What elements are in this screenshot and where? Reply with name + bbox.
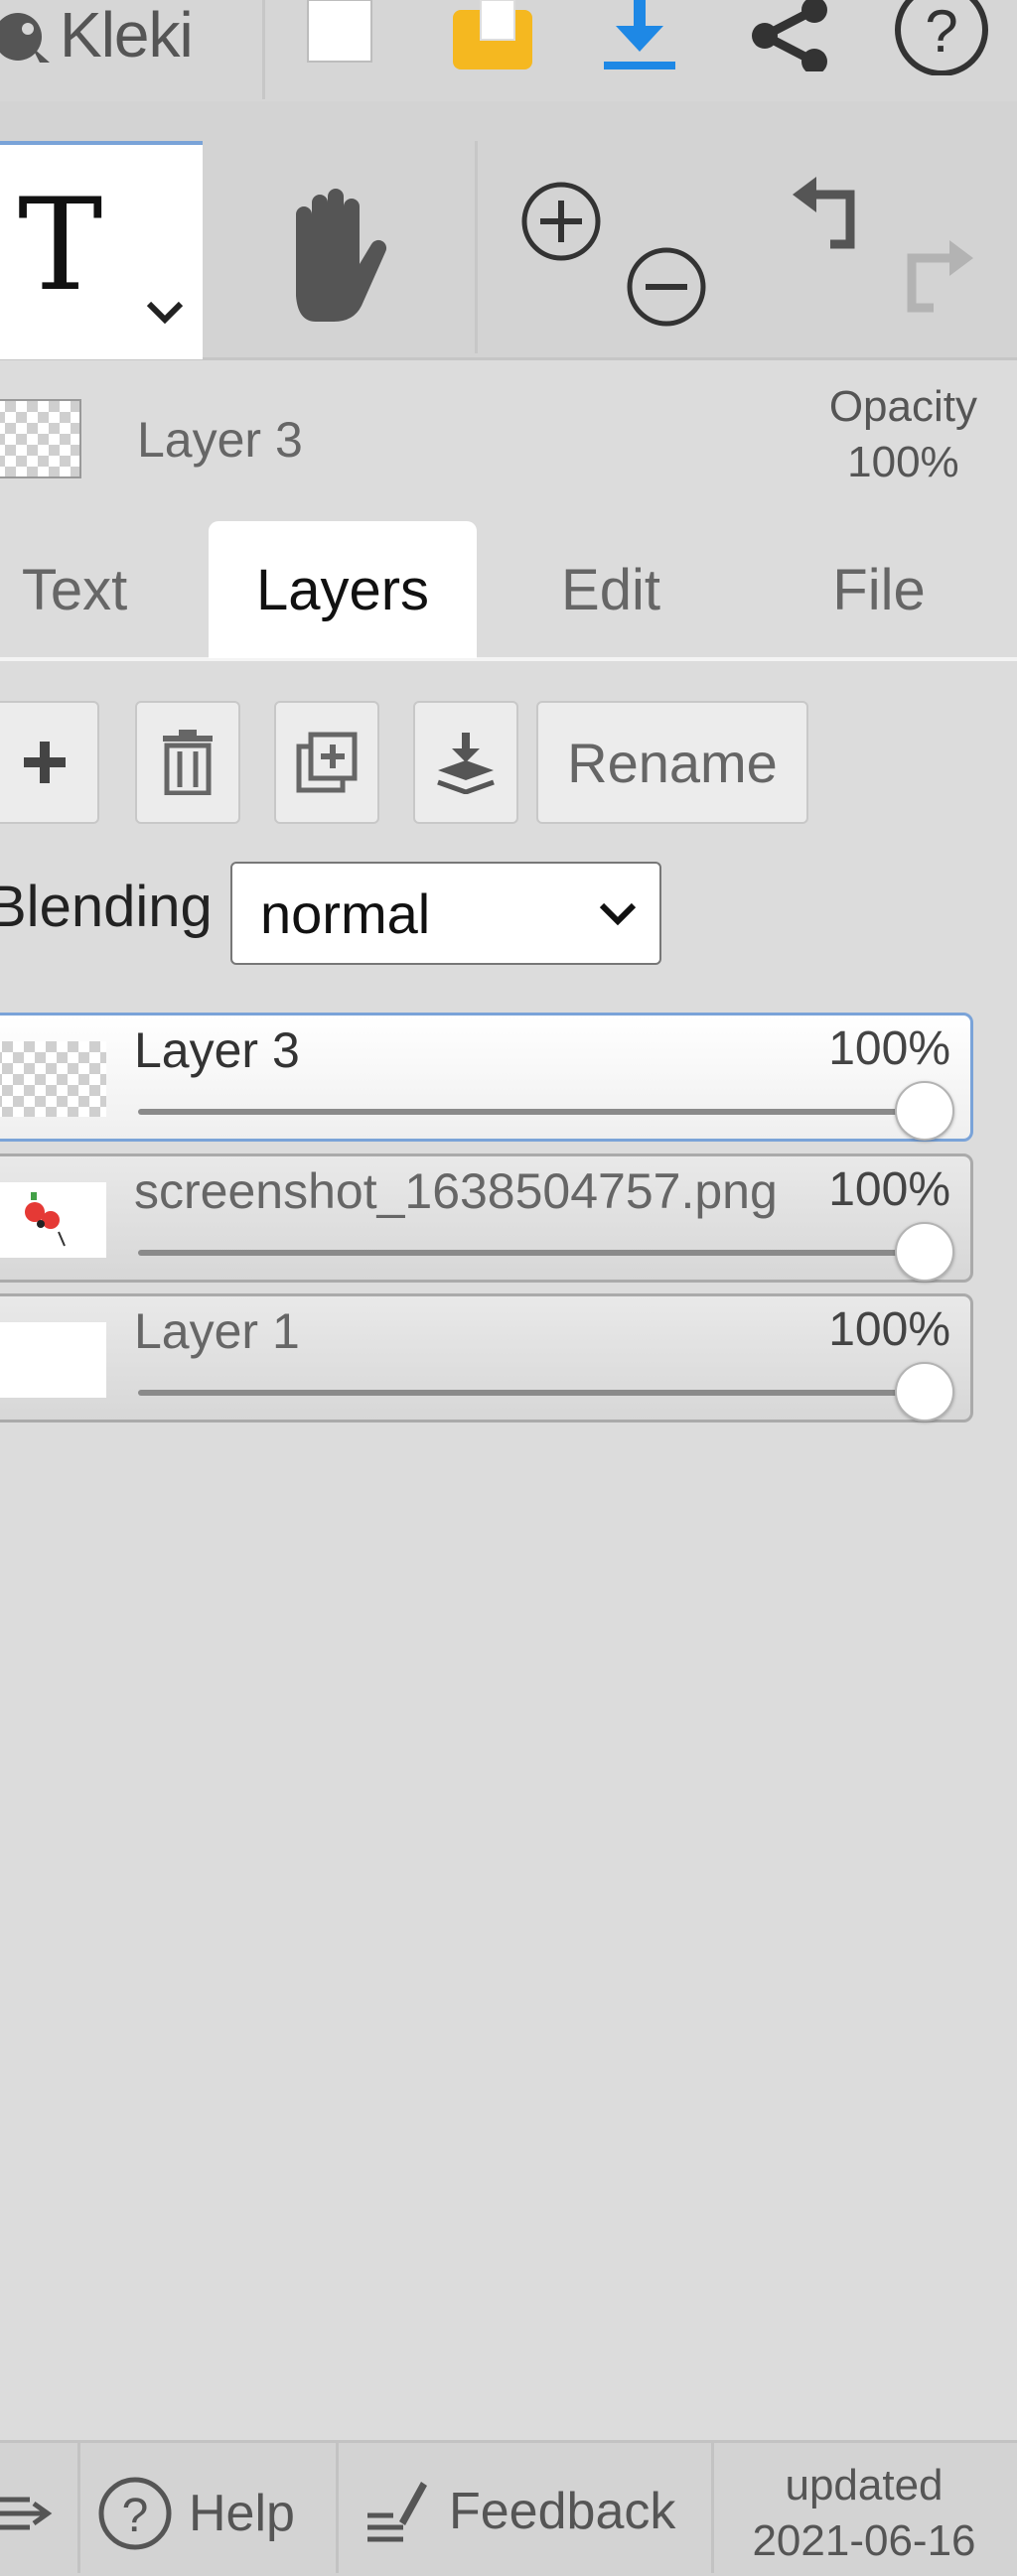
tab-edit[interactable]: Edit: [497, 521, 725, 658]
layer-item[interactable]: Layer 3 100%: [0, 1013, 973, 1142]
svg-text:?: ?: [925, 0, 957, 65]
app-logo: Kleki: [0, 0, 194, 70]
layer-item[interactable]: Layer 1 100%: [0, 1293, 973, 1423]
blending-mode-value: normal: [260, 881, 431, 945]
tab-label: Text: [21, 557, 128, 622]
current-layer-name: Layer 3: [137, 412, 303, 468]
divider: [336, 2440, 339, 2573]
divider: [262, 0, 265, 99]
tab-file[interactable]: File: [765, 521, 993, 658]
layer-opacity-slider-handle[interactable]: [895, 1222, 954, 1282]
new-file-icon[interactable]: [304, 0, 375, 64]
layer-item[interactable]: screenshot_1638504757.png 100%: [0, 1153, 973, 1283]
layer-thumbnail: [0, 1041, 106, 1117]
opacity-value: 100%: [847, 438, 959, 486]
feedback-label: Feedback: [449, 2483, 676, 2540]
delete-layer-button[interactable]: [135, 701, 240, 824]
help-label: Help: [189, 2485, 295, 2542]
collapse-panel-icon[interactable]: [0, 2490, 54, 2542]
layer-opacity-slider-handle[interactable]: [895, 1081, 954, 1141]
duplicate-layer-button[interactable]: [274, 701, 379, 824]
layer-name: Layer 3: [134, 1022, 300, 1078]
zoom-out-icon[interactable]: [624, 244, 709, 335]
divider: [77, 2440, 80, 2573]
feedback-button[interactable]: Feedback: [363, 2476, 675, 2547]
layer-thumbnail: [0, 1182, 106, 1258]
current-layer-thumbnail: [0, 399, 81, 478]
zoom-in-icon[interactable]: [518, 179, 604, 269]
merge-layer-button[interactable]: [413, 701, 518, 824]
layer-opacity-slider-handle[interactable]: [895, 1362, 954, 1422]
tab-layers[interactable]: Layers: [209, 521, 477, 658]
download-icon[interactable]: [600, 0, 679, 71]
help-circle-icon[interactable]: ?: [890, 0, 993, 75]
open-folder-icon[interactable]: [451, 0, 536, 71]
add-layer-button[interactable]: [0, 701, 99, 824]
hand-tool-icon[interactable]: [274, 187, 393, 331]
layer-thumbnail: [0, 1322, 106, 1398]
blending-label: Blending: [0, 875, 213, 939]
feedback-pen-icon: [367, 2482, 427, 2542]
redo-icon[interactable]: [896, 238, 975, 323]
tab-label: File: [832, 557, 926, 622]
updated-info[interactable]: updated 2021-06-16: [715, 2458, 1013, 2569]
tab-label: Layers: [255, 557, 430, 622]
layer-opacity-slider[interactable]: [138, 1390, 923, 1396]
help-button[interactable]: ? Help: [97, 2476, 295, 2551]
plus-icon: [24, 742, 66, 783]
chevron-down-icon[interactable]: [145, 298, 185, 333]
svg-text:?: ?: [122, 2490, 149, 2542]
divider: [711, 2440, 714, 2573]
layer-opacity: 100%: [828, 1303, 950, 1356]
share-icon[interactable]: [745, 0, 834, 71]
duplicate-icon: [296, 732, 358, 793]
opacity-label: Opacity: [828, 382, 977, 431]
layer-name: screenshot_1638504757.png: [134, 1163, 778, 1219]
merge-down-icon: [437, 733, 495, 794]
updated-label: updated: [785, 2461, 944, 2509]
layer-opacity: 100%: [828, 1022, 950, 1075]
text-tool-icon: T: [18, 172, 103, 320]
help-circle-icon: ?: [98, 2477, 172, 2550]
layer-name: Layer 1: [134, 1303, 300, 1359]
updated-date: 2021-06-16: [752, 2516, 976, 2565]
app-logo-text: Kleki: [60, 0, 194, 70]
blending-mode-select[interactable]: normal: [230, 862, 661, 965]
chevron-down-icon: [599, 902, 637, 926]
tab-label: Edit: [561, 557, 660, 622]
layer-opacity-slider[interactable]: [138, 1109, 923, 1115]
tab-text[interactable]: Text: [0, 521, 149, 658]
layer-opacity: 100%: [828, 1163, 950, 1216]
undo-icon[interactable]: [791, 175, 870, 259]
rename-layer-button[interactable]: Rename: [536, 701, 808, 824]
divider: [475, 141, 478, 353]
layer-opacity-slider[interactable]: [138, 1250, 923, 1256]
current-layer-opacity: Opacity 100%: [829, 379, 977, 490]
trash-icon: [163, 730, 213, 795]
kleki-logo-icon: [0, 13, 50, 63]
